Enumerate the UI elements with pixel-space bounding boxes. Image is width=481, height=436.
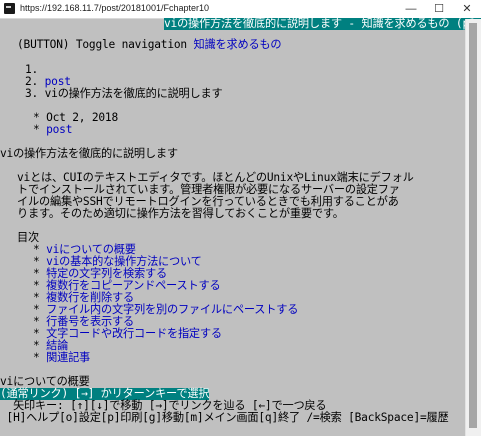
maximize-icon[interactable]: ☐ bbox=[425, 0, 453, 18]
toggle-navigation-link[interactable]: Toggle navigation bbox=[76, 38, 187, 51]
post-tag: * post bbox=[33, 124, 72, 136]
toc-link[interactable]: 関連記事 bbox=[46, 351, 90, 364]
page-title-bar: viの操作方法を徹底的に説明します - 知識を求めるもの (p1 of 14) bbox=[164, 18, 481, 30]
toc-item: * 関連記事 bbox=[33, 352, 90, 364]
browser-window: https://192.168.11.7/post/20181001/Fchap… bbox=[0, 0, 481, 436]
nav-bar: (BUTTON) Toggle navigation 知識を求めるもの bbox=[17, 38, 282, 51]
scrollbar-thumb[interactable] bbox=[469, 23, 477, 428]
close-icon[interactable]: ✕ bbox=[453, 0, 481, 18]
article-heading: viの操作方法を徹底的に説明します bbox=[0, 147, 178, 160]
article-paragraph-line: ります。そのため適切に操作方法を習得しておくことが重要です。 bbox=[17, 207, 344, 220]
minimize-icon[interactable]: — bbox=[397, 0, 425, 18]
site-brand-link[interactable]: 知識を求めるもの bbox=[194, 38, 282, 51]
post-tag-link[interactable]: post bbox=[46, 123, 72, 136]
breadcrumb-num: 3. bbox=[25, 87, 39, 100]
bullet: * bbox=[33, 351, 40, 364]
terminal-screen: viの操作方法を徹底的に説明します - 知識を求めるもの (p1 of 14) … bbox=[0, 18, 481, 436]
window-title: https://192.168.11.7/post/20181001/Fchap… bbox=[20, 3, 209, 13]
toc-link[interactable]: 文字コードや改行コードを指定する bbox=[46, 327, 222, 340]
breadcrumb-current: viの操作方法を徹底的に説明します bbox=[44, 87, 223, 100]
status-command-help: [H]ヘルプ[o]設定[p]印刷[g]移動[m]メイン画面[q]終了 /=検索 … bbox=[0, 411, 449, 424]
vertical-scrollbar[interactable] bbox=[465, 19, 481, 436]
terminal-app-icon bbox=[4, 3, 15, 14]
nav-button-label: (BUTTON) bbox=[17, 38, 70, 51]
breadcrumb-item-3: 3. viの操作方法を徹底的に説明します bbox=[25, 88, 223, 100]
bullet: * bbox=[33, 123, 40, 136]
